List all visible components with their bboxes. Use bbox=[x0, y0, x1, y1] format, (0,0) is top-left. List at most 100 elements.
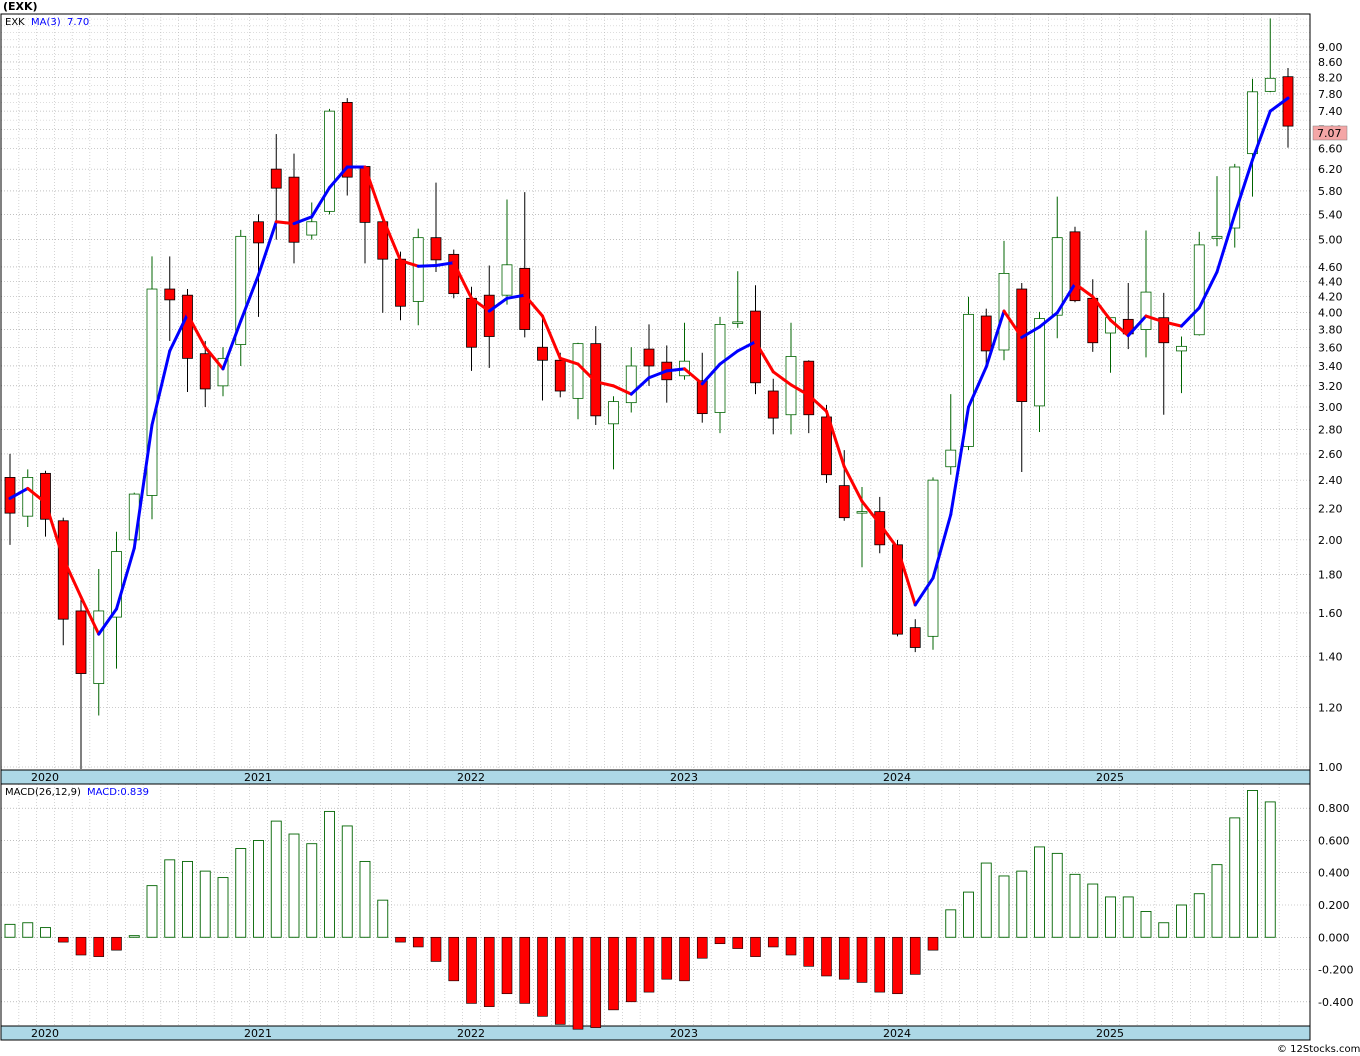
candle-body bbox=[199, 353, 211, 390]
macd-bar bbox=[679, 936, 690, 982]
macd-bar bbox=[1158, 922, 1170, 938]
macd-bar bbox=[696, 936, 708, 959]
macd-bar bbox=[590, 936, 602, 1028]
price-tick-label: 4.00 bbox=[1318, 307, 1343, 320]
price-tick-label: 2.60 bbox=[1318, 448, 1343, 461]
candle-body bbox=[767, 390, 779, 419]
candle-body bbox=[501, 264, 513, 296]
macd-bar bbox=[1176, 904, 1187, 938]
candle-body bbox=[838, 485, 850, 519]
candle-body bbox=[1051, 237, 1063, 316]
price-tick-label: 3.00 bbox=[1318, 401, 1343, 414]
year-label: 2025 bbox=[1096, 1027, 1124, 1040]
price-tick-label: 6.60 bbox=[1318, 143, 1343, 156]
ma-legend-value: 7.70 bbox=[67, 17, 89, 28]
macd-bar bbox=[466, 936, 477, 1004]
macd-bar bbox=[1229, 817, 1241, 938]
year-label: 2021 bbox=[244, 771, 272, 784]
macd-bar bbox=[93, 936, 105, 957]
macd-bar bbox=[341, 825, 353, 938]
candle-body bbox=[625, 365, 637, 404]
year-label: 2022 bbox=[457, 771, 485, 784]
macd-bar bbox=[430, 936, 442, 962]
price-tick-label: 3.20 bbox=[1318, 380, 1343, 393]
year-label: 2020 bbox=[31, 771, 59, 784]
candle-body bbox=[483, 294, 495, 337]
macd-bar bbox=[625, 936, 637, 1003]
macd-bar bbox=[270, 820, 282, 938]
candle-body bbox=[1247, 91, 1258, 155]
macd-tick-label: 0.200 bbox=[1318, 899, 1350, 912]
year-label: 2024 bbox=[883, 771, 911, 784]
chart-title: (EXK) bbox=[3, 0, 38, 13]
price-tick-label: 2.80 bbox=[1318, 424, 1343, 437]
macd-bar bbox=[803, 936, 815, 967]
macd-bar bbox=[1122, 896, 1134, 938]
macd-bar bbox=[359, 860, 371, 938]
macd-bar bbox=[821, 936, 832, 977]
ma-segment bbox=[665, 367, 686, 373]
candle-body bbox=[395, 258, 406, 307]
macd-bar bbox=[199, 870, 211, 938]
macd-legend-label: MACD(26,12,9) bbox=[5, 787, 81, 798]
candle-body bbox=[1176, 345, 1187, 352]
candle-body bbox=[1193, 244, 1205, 336]
candle-body bbox=[146, 288, 158, 496]
macd-bar bbox=[1140, 911, 1152, 938]
price-tick-label: 9.00 bbox=[1318, 41, 1343, 54]
macd-bar bbox=[1247, 790, 1258, 938]
macd-tick-label: 0.000 bbox=[1318, 931, 1350, 944]
macd-bar bbox=[732, 936, 744, 949]
candle-body bbox=[696, 380, 708, 415]
candle-body bbox=[1264, 77, 1276, 92]
price-grid bbox=[1, 14, 1310, 770]
macd-tick-label: -0.200 bbox=[1318, 964, 1353, 977]
macd-bar bbox=[40, 927, 51, 938]
macd-bar bbox=[945, 909, 957, 938]
year-label: 2023 bbox=[670, 771, 698, 784]
macd-bar bbox=[22, 922, 34, 938]
candle-body bbox=[466, 297, 477, 348]
candle-body bbox=[537, 346, 548, 361]
ma-segment bbox=[416, 264, 438, 268]
macd-legend-value: MACD:0.839 bbox=[87, 787, 149, 798]
candle-body bbox=[22, 477, 34, 517]
macd-bar bbox=[519, 936, 531, 1004]
candle-body bbox=[75, 610, 87, 674]
candle-body bbox=[288, 176, 300, 243]
price-tick-label: 6.20 bbox=[1318, 163, 1343, 176]
macd-bar bbox=[75, 936, 87, 956]
macd-tick-label: 0.600 bbox=[1318, 834, 1350, 847]
candle-body bbox=[57, 520, 69, 620]
candle-body bbox=[412, 237, 424, 302]
macd-bar bbox=[661, 936, 673, 980]
macd-bar bbox=[1069, 873, 1081, 938]
macd-bar bbox=[4, 923, 16, 938]
candle-body bbox=[1140, 291, 1152, 330]
macd-bar bbox=[288, 833, 300, 938]
macd-bar bbox=[377, 899, 389, 938]
footer-credit: © 12Stocks.com bbox=[1277, 1044, 1360, 1055]
macd-bar bbox=[57, 936, 69, 943]
macd-bar bbox=[714, 936, 726, 945]
candle-body bbox=[448, 253, 460, 295]
candle-body bbox=[253, 221, 264, 244]
macd-bar bbox=[483, 936, 495, 1007]
candle-body bbox=[182, 294, 193, 359]
year-label: 2023 bbox=[670, 1027, 698, 1040]
candle-body bbox=[608, 401, 619, 425]
price-tick-label: 3.40 bbox=[1318, 360, 1343, 373]
macd-bar bbox=[146, 885, 158, 938]
macd-bar bbox=[909, 936, 921, 975]
candle-body bbox=[1034, 318, 1045, 407]
candle-body bbox=[572, 343, 584, 399]
candle-body bbox=[554, 359, 566, 392]
price-tick-labels: 1.00 1.20 1.40 1.60 1.80 2.00 2.20 2.40 2.60 2.80… bbox=[1318, 41, 1343, 774]
price-tick-label: 1.20 bbox=[1318, 701, 1343, 714]
stock-chart: 2020 2020 2021 2021 2022 2022 2023 2023 2024 2024… bbox=[0, 0, 1360, 1055]
macd-tick-label: -0.400 bbox=[1318, 996, 1353, 1009]
macd-tick-label: 0.400 bbox=[1318, 867, 1350, 880]
year-label: 2020 bbox=[31, 1027, 59, 1040]
macd-bar bbox=[235, 848, 247, 938]
macd-bar bbox=[856, 936, 868, 983]
